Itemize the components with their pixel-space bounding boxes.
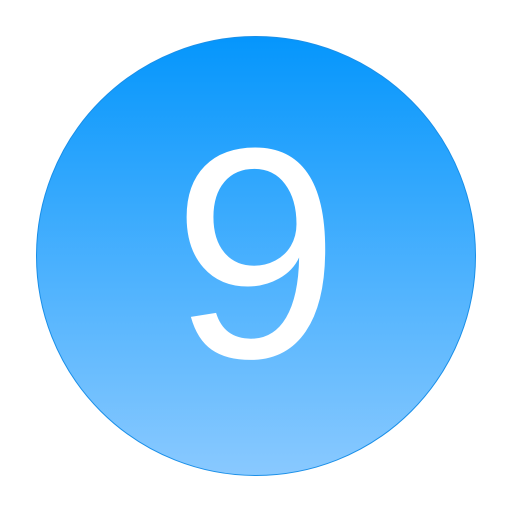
app-icon-canvas: 9 [0, 0, 512, 512]
number-badge: 9 [36, 36, 476, 476]
badge-number: 9 [172, 85, 340, 421]
